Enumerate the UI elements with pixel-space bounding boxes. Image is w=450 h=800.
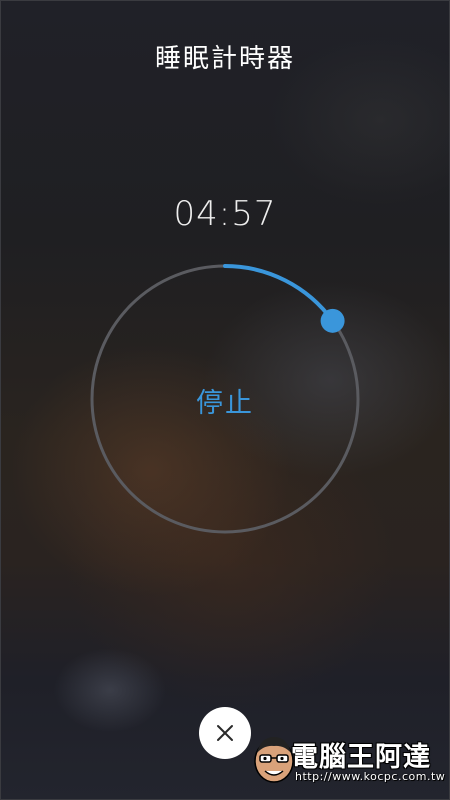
dial-drag-handle[interactable] bbox=[320, 308, 345, 333]
page-title: 睡眠計時器 bbox=[154, 44, 295, 74]
remaining-time: 04:57 bbox=[173, 194, 277, 234]
watermark-url: http://www.kocpc.com.tw bbox=[295, 770, 446, 783]
close-icon bbox=[217, 725, 233, 741]
close-button[interactable] bbox=[199, 707, 251, 759]
sleep-timer-screen: 睡眠計時器 04:57 停止 電腦王阿達 http://www.kocpc.co… bbox=[0, 0, 450, 800]
dial-progress-arc bbox=[223, 264, 335, 323]
watermark-logo: 電腦王阿達 http://www.kocpc.com.tw bbox=[247, 725, 446, 793]
stop-button[interactable]: 停止 bbox=[170, 375, 280, 425]
watermark-text: 電腦王阿達 bbox=[291, 742, 431, 773]
